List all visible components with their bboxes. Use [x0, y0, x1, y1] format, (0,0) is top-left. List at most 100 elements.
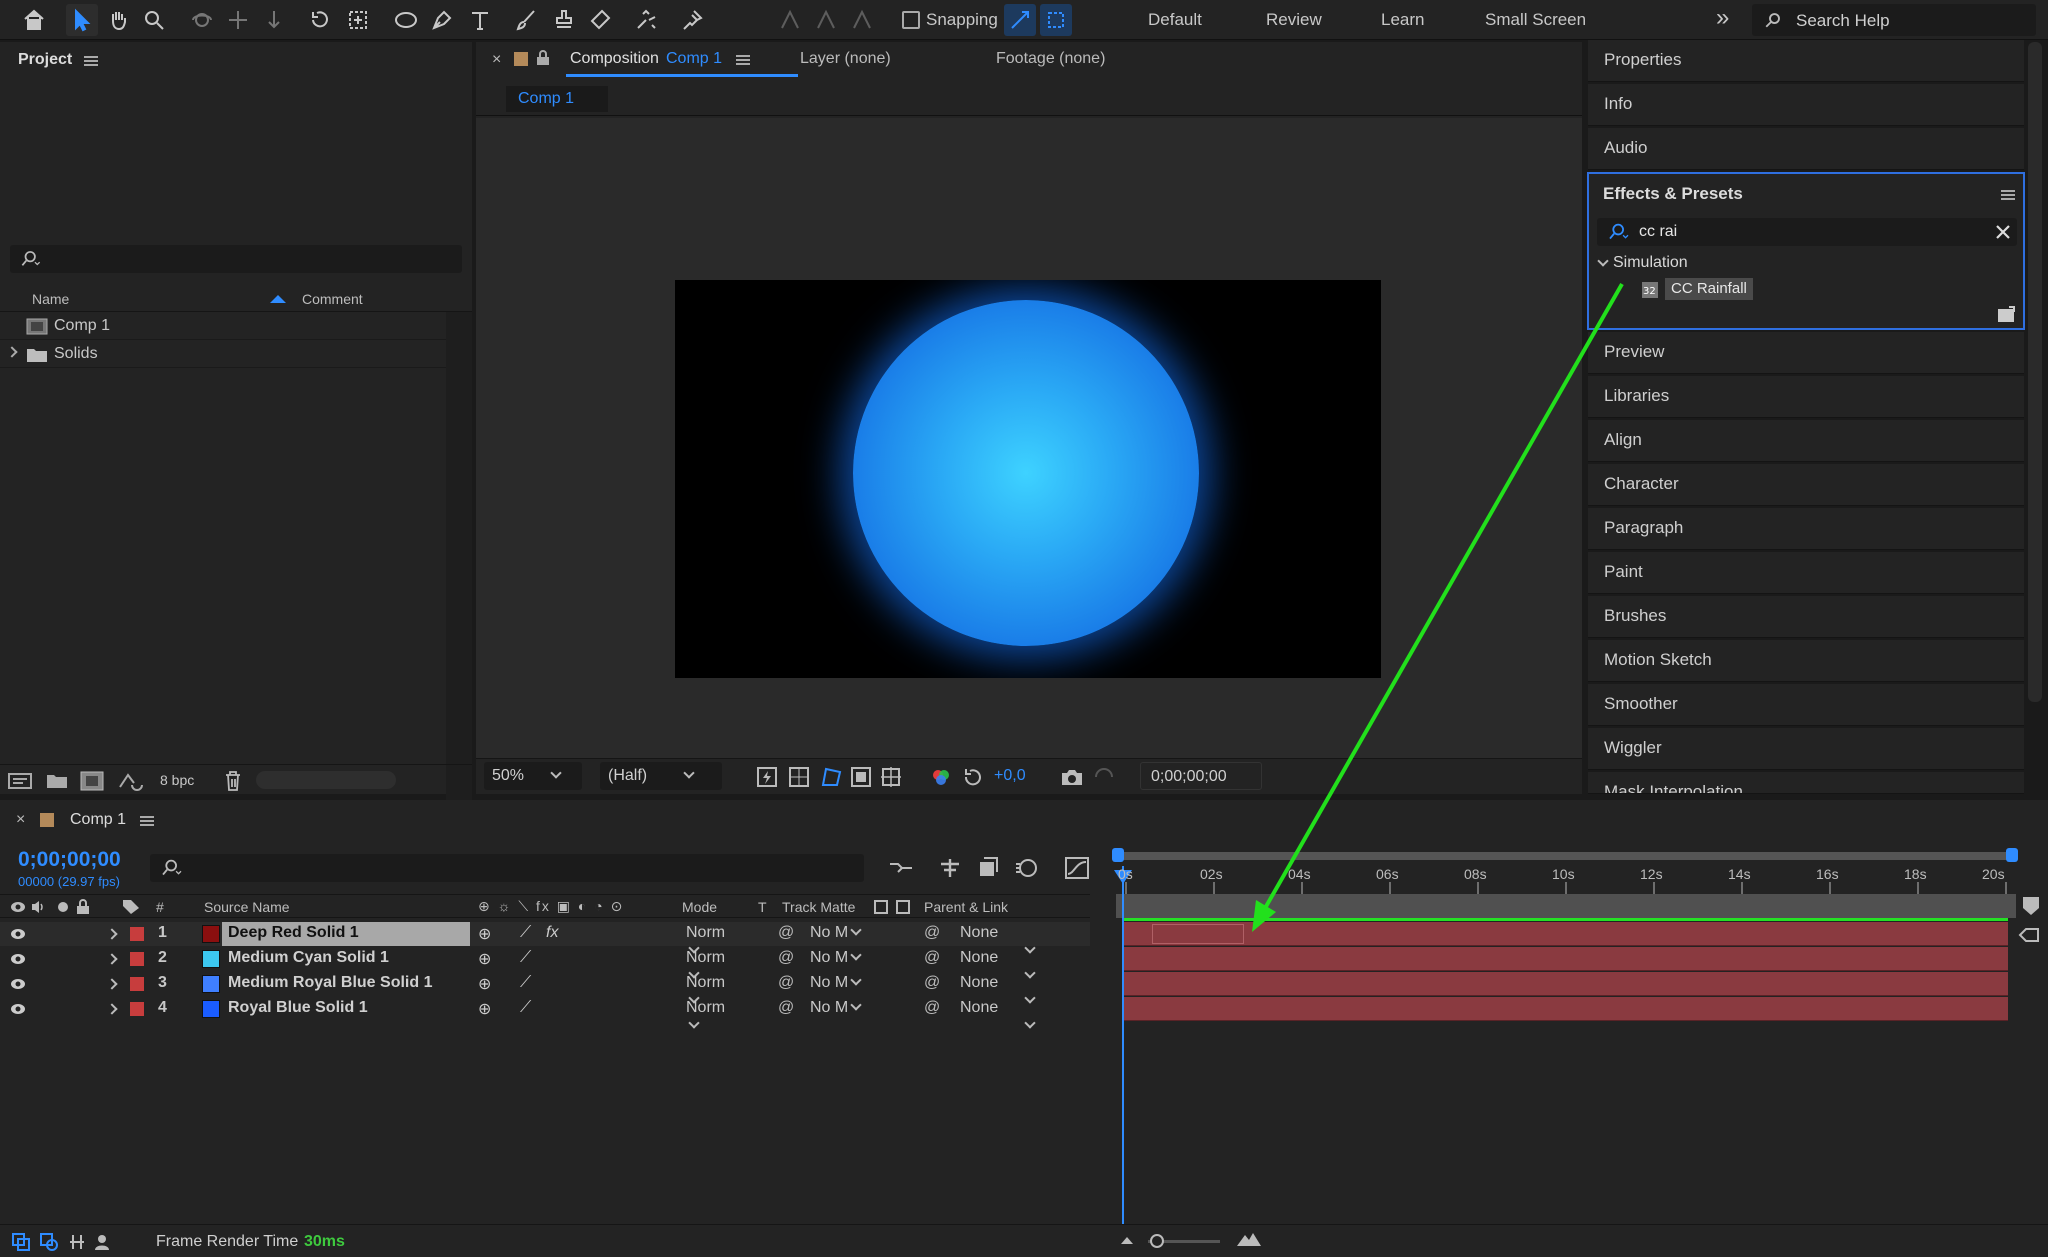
mask-visibility-icon[interactable]	[820, 766, 842, 788]
preview-panel-tab[interactable]: Preview	[1588, 332, 2024, 374]
align-x-icon[interactable]	[774, 4, 806, 36]
mask-interpolation-panel-tab[interactable]: Mask Interpolation	[1588, 772, 2024, 794]
rotation-tool-icon[interactable]	[304, 4, 336, 36]
resolution-dropdown[interactable]: (Half)	[600, 762, 722, 790]
project-item-solids[interactable]: Solids	[0, 340, 446, 368]
layer-label-color[interactable]	[130, 977, 144, 991]
layer-row-4[interactable]: 4 Royal Blue Solid 1 ⊕ ⟋ Norm @ No M @ N…	[0, 997, 1090, 1029]
comp-button-icon[interactable]	[2018, 926, 2040, 944]
clone-stamp-tool-icon[interactable]	[548, 4, 580, 36]
layer-row-2[interactable]: 2 Medium Cyan Solid 1 ⊕ ⟋ Norm @ No M @ …	[0, 947, 1090, 979]
shy-switch-icon[interactable]: ⊕	[478, 924, 491, 944]
in-out-toggle-icon[interactable]	[68, 1233, 86, 1251]
reset-exposure-icon[interactable]	[962, 766, 984, 788]
align-y-icon[interactable]	[810, 4, 842, 36]
playhead-line[interactable]	[1122, 866, 1124, 1224]
time-navigator-start-handle[interactable]	[1112, 848, 1124, 862]
graph-editor-icon[interactable]	[1064, 856, 1090, 880]
snap-features-icon[interactable]	[1040, 4, 1072, 36]
layer-source-name[interactable]: Royal Blue Solid 1	[222, 997, 374, 1019]
character-panel-tab[interactable]: Character	[1588, 464, 2024, 506]
effects-category-simulation[interactable]: Simulation	[1597, 254, 1688, 272]
expand-layer-chevron-icon[interactable]	[106, 978, 118, 990]
region-of-interest-icon[interactable]	[850, 766, 872, 788]
parent-pickwhip-icon[interactable]: @	[924, 949, 940, 967]
align-z-icon[interactable]	[846, 4, 878, 36]
bit-depth-button[interactable]: 8 bpc	[152, 772, 202, 788]
pan-camera-icon[interactable]	[222, 4, 254, 36]
sort-ascending-icon[interactable]	[270, 295, 286, 303]
layer-row-3[interactable]: 3 Medium Royal Blue Solid 1 ⊕ ⟋ Norm @ N…	[0, 972, 1090, 1004]
layer-label-color[interactable]	[130, 952, 144, 966]
expand-layer-chevron-icon[interactable]	[106, 928, 118, 940]
brushes-panel-tab[interactable]: Brushes	[1588, 596, 2024, 638]
col-comment[interactable]: Comment	[302, 291, 363, 307]
audio-panel-tab[interactable]: Audio	[1588, 128, 2024, 170]
project-item-comp[interactable]: Comp 1	[0, 312, 446, 340]
work-area-bar[interactable]	[1116, 894, 2016, 918]
puppet-pin-tool-icon[interactable]	[676, 4, 708, 36]
render-time-toggle-icon[interactable]	[94, 1233, 114, 1251]
pen-tool-icon[interactable]	[426, 4, 458, 36]
col-name[interactable]: Name	[32, 291, 69, 307]
motion-blur-icon[interactable]	[1014, 856, 1038, 880]
parent-dropdown[interactable]: None	[950, 997, 1080, 1029]
shy-switch-icon[interactable]: ⊕	[478, 949, 491, 969]
layer-label-color[interactable]	[130, 927, 144, 941]
track-matte-dropdown[interactable]: No M	[806, 947, 866, 969]
effects-switch-icon[interactable]: fx	[546, 924, 558, 942]
track-matte-pickwhip-icon[interactable]: @	[778, 999, 794, 1017]
timeline-timecode[interactable]: 0;00;00;00	[18, 848, 121, 872]
workspace-default[interactable]: Default	[1148, 10, 1202, 30]
exposure-value[interactable]: +0,0	[994, 767, 1026, 785]
layer-bar-3[interactable]	[1124, 972, 2008, 996]
video-eye-icon[interactable]	[10, 977, 26, 991]
close-timeline-icon[interactable]: ×	[16, 811, 25, 829]
composition-menu-icon[interactable]	[736, 55, 750, 65]
timeline-menu-icon[interactable]	[140, 816, 154, 826]
ellipse-tool-icon[interactable]	[390, 4, 422, 36]
parent-pickwhip-icon[interactable]: @	[924, 999, 940, 1017]
track-matte-dropdown[interactable]: No M	[806, 972, 866, 994]
quality-switch-icon[interactable]: ⟋	[520, 974, 531, 992]
show-snapshot-icon[interactable]	[1092, 767, 1116, 787]
comp-marker-bin-icon[interactable]	[2022, 896, 2040, 916]
right-panels-scrollbar[interactable]	[2028, 42, 2042, 702]
track-matte-dropdown[interactable]: No M	[806, 922, 866, 944]
comp-label-color[interactable]	[514, 52, 528, 66]
new-folder-icon[interactable]	[46, 772, 68, 790]
zoom-in-mountain-icon[interactable]	[1236, 1231, 1262, 1247]
channels-icon[interactable]	[930, 766, 952, 788]
video-eye-icon[interactable]	[10, 1002, 26, 1016]
snapshot-camera-icon[interactable]	[1060, 767, 1084, 787]
expand-layer-chevron-icon[interactable]	[106, 1003, 118, 1015]
guides-icon[interactable]	[880, 766, 902, 788]
viewer-subtab-comp[interactable]: Comp 1	[506, 86, 608, 112]
eraser-tool-icon[interactable]	[584, 4, 616, 36]
type-tool-icon[interactable]	[464, 4, 496, 36]
roto-brush-tool-icon[interactable]	[630, 4, 662, 36]
libraries-panel-tab[interactable]: Libraries	[1588, 376, 2024, 418]
frame-blending-icon[interactable]	[976, 856, 1000, 880]
zoom-out-mountain-icon[interactable]	[1120, 1235, 1134, 1245]
workspace-small-screen[interactable]: Small Screen	[1485, 10, 1586, 30]
layer-mode-dropdown[interactable]: Norm	[678, 947, 742, 979]
home-icon[interactable]	[18, 4, 50, 36]
composition-frame[interactable]	[675, 280, 1381, 678]
layer-source-name[interactable]: Deep Red Solid 1	[222, 922, 470, 946]
parent-pickwhip-icon[interactable]: @	[924, 974, 940, 992]
timeline-label-color[interactable]	[40, 813, 54, 827]
collapse-chevron-icon[interactable]	[1597, 255, 1609, 267]
layer-switches-toggle-icon[interactable]	[12, 1233, 30, 1251]
audio-speaker-icon[interactable]	[30, 899, 46, 915]
selection-tool-icon[interactable]	[66, 4, 98, 36]
effects-search-input[interactable]: cc rai	[1597, 218, 2017, 246]
expand-layer-chevron-icon[interactable]	[106, 953, 118, 965]
orbit-camera-icon[interactable]	[186, 4, 218, 36]
hand-tool-icon[interactable]	[102, 4, 134, 36]
video-eye-icon[interactable]	[10, 952, 26, 966]
layer-source-name[interactable]: Medium Cyan Solid 1	[222, 947, 395, 969]
layer-bar-1[interactable]	[1124, 922, 2008, 946]
composition-tab-comp[interactable]: Comp 1	[666, 50, 722, 68]
comp-mini-flowchart-icon[interactable]	[888, 856, 914, 880]
